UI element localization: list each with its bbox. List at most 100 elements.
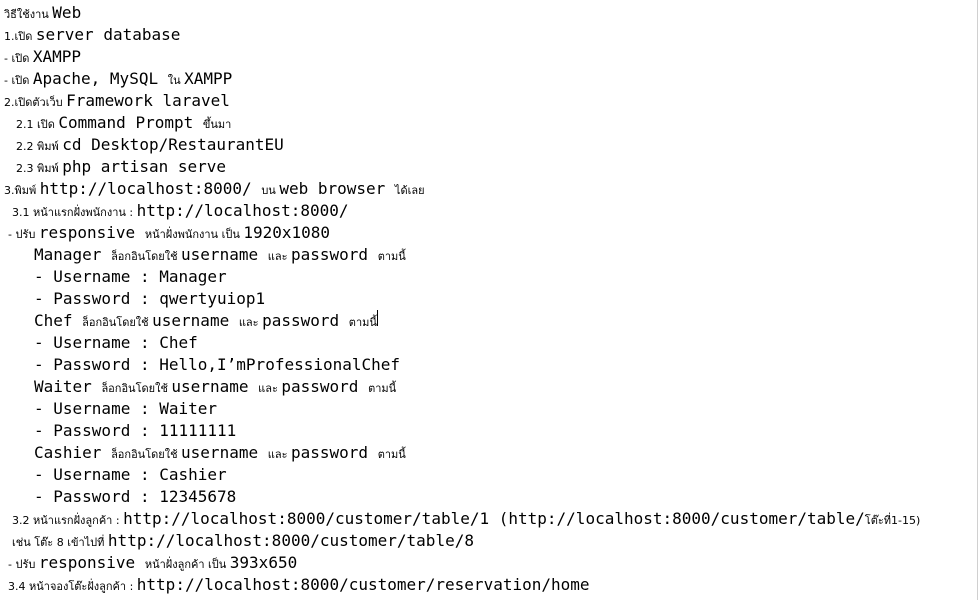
thai-text: 2.3 พิมพ์ <box>16 162 63 175</box>
thai-text: ขึ้นมา <box>202 118 232 131</box>
code-text: password <box>281 377 369 396</box>
thai-text: ล็อกอินโดยใช้ <box>82 316 153 329</box>
text-line: - Username : Waiter <box>34 398 217 420</box>
code-text: 393x650 <box>229 553 298 572</box>
text-line: - Password : 11111111 <box>34 420 236 442</box>
code-text: Command Prompt <box>58 113 203 132</box>
code-text: Framework laravel <box>66 91 230 110</box>
thai-text: 3.1 หน้าแรกฝั่งพนักงาน : <box>12 206 137 219</box>
code-text: - Password : 12345678 <box>34 487 237 506</box>
code-text: Manager <box>34 245 112 264</box>
thai-text: ล็อกอินโดยใช้ <box>101 382 172 395</box>
thai-text: 3.พิมพ์ <box>4 184 40 197</box>
thai-text: 2.2 พิมพ์ <box>16 140 63 153</box>
code-text: cd Desktop/RestaurantEU <box>62 135 284 154</box>
code-text: web browser <box>279 179 395 198</box>
text-line: 2.3 พิมพ์ php artisan serve <box>16 156 226 178</box>
text-line: 2.เปิดตัวเว็บ Framework laravel <box>4 90 230 112</box>
text-line: 3.4 หน้าจองโต๊ะฝั่งลูกค้า : http://local… <box>8 574 590 596</box>
thai-text: และ <box>267 448 291 461</box>
code-text: XAMPP <box>32 47 82 66</box>
code-text: http://localhost:8000/customer/table/1 (… <box>123 509 865 528</box>
text-line: เช่น โต๊ะ 8 เข้าไปที่ http://localhost:8… <box>12 530 474 552</box>
text-line: Manager ล็อกอินโดยใช้ username และ passw… <box>34 244 406 266</box>
thai-text: โต๊ะที่1-15) <box>864 514 921 527</box>
thai-text: 3.2 หน้าแรกฝั่งลูกค้า : <box>12 514 124 527</box>
thai-text: ตามนี้ <box>348 316 377 329</box>
thai-text: - ปรับ <box>8 228 39 241</box>
text-line: 3.พิมพ์ http://localhost:8000/ บน web br… <box>4 178 425 200</box>
text-line: - Username : Manager <box>34 266 227 288</box>
code-text: password <box>290 443 378 462</box>
thai-text: และ <box>258 382 282 395</box>
text-line: 2.1 เปิด Command Prompt ขึ้นมา <box>16 112 231 134</box>
code-text: responsive <box>38 553 145 572</box>
text-line: - ปรับ responsive หน้าฝั่งลูกค้า เป็น 39… <box>8 552 297 574</box>
thai-text: 2.1 เปิด <box>16 118 59 131</box>
code-text: server database <box>35 25 181 44</box>
thai-text: 3.4 หน้าจองโต๊ะฝั่งลูกค้า : <box>8 580 137 593</box>
code-text: Waiter <box>34 377 102 396</box>
text-line: 3.1 หน้าแรกฝั่งพนักงาน : http://localhos… <box>12 200 349 222</box>
code-text: password <box>290 245 378 264</box>
thai-text: ตามนี้ <box>377 448 406 461</box>
code-text: responsive <box>38 223 145 242</box>
thai-text: 2.เปิดตัวเว็บ <box>4 96 67 109</box>
code-text: - Password : qwertyuiop1 <box>34 289 266 308</box>
code-text: username <box>181 245 268 264</box>
code-text: http://localhost:8000/ <box>39 179 262 198</box>
text-line: - Password : 12345678 <box>34 486 236 508</box>
code-text: 1920x1080 <box>243 223 331 242</box>
text-line: Waiter ล็อกอินโดยใช้ username และ passwo… <box>34 376 396 398</box>
thai-text: ล็อกอินโดยใช้ <box>111 250 182 263</box>
text-document[interactable]: วิธีใช้งาน Web 1.เปิด server database - เป… <box>0 0 978 600</box>
thai-text: วิธีใช้งาน <box>4 8 53 21</box>
code-text: username <box>181 443 268 462</box>
thai-text: ได้เลย <box>394 184 425 197</box>
thai-text: - เปิด <box>4 52 33 65</box>
thai-text: 1.เปิด <box>4 30 36 43</box>
code-text: Chef <box>34 311 83 330</box>
code-text: - Username : Waiter <box>34 399 218 418</box>
thai-text: บน <box>261 184 280 197</box>
code-text: username <box>152 311 239 330</box>
code-text: http://localhost:8000/customer/reservati… <box>136 575 590 594</box>
thai-text: - เปิด <box>4 74 33 87</box>
text-line: - Password : Hello,I’mProfessionalChef <box>34 354 400 376</box>
text-line: 3.2 หน้าแรกฝั่งลูกค้า : http://localhost… <box>12 508 920 530</box>
code-text: Apache, MySQL <box>32 69 168 88</box>
text-cursor <box>376 310 378 326</box>
code-text: Cashier <box>34 443 112 462</box>
code-text: - Password : Hello,I’mProfessionalChef <box>34 355 401 374</box>
thai-text: ตามนี้ <box>377 250 406 263</box>
text-line: - ปรับ responsive หน้าฝั่งพนักงาน เป็น 1… <box>8 222 330 244</box>
code-text: http://localhost:8000/ <box>136 201 349 220</box>
thai-text: และ <box>267 250 291 263</box>
code-text: - Username : Chef <box>34 333 198 352</box>
code-text: username <box>171 377 259 396</box>
text-line: 1.เปิด server database <box>4 24 180 46</box>
text-line: - เปิด XAMPP <box>4 46 81 68</box>
text-line: Cashier ล็อกอินโดยใช้ username และ passw… <box>34 442 406 464</box>
text-line: 2.2 พิมพ์ cd Desktop/RestaurantEU <box>16 134 284 156</box>
text-line: - Username : Cashier <box>34 464 227 486</box>
code-text: Web <box>52 3 82 22</box>
thai-text: ใน <box>167 74 185 87</box>
code-text: XAMPP <box>184 69 233 88</box>
thai-text: หน้าฝั่งลูกค้า เป็น <box>144 558 230 571</box>
thai-text: และ <box>238 316 263 329</box>
code-text: password <box>262 311 349 330</box>
thai-text: - ปรับ <box>8 558 39 571</box>
thai-text: เช่น โต๊ะ 8 เข้าไปที่ <box>12 536 108 549</box>
text-line: - Username : Chef <box>34 332 198 354</box>
code-text: http://localhost:8000/customer/table/8 <box>107 531 474 550</box>
thai-text: ตามนี้ <box>368 382 397 395</box>
code-text: php artisan serve <box>62 157 227 176</box>
text-line: - Password : qwertyuiop1 <box>34 288 265 310</box>
thai-text: หน้าฝั่งพนักงาน เป็น <box>144 228 244 241</box>
text-line: - เปิด Apache, MySQL ใน XAMPP <box>4 68 232 90</box>
thai-text: ล็อกอินโดยใช้ <box>111 448 182 461</box>
text-line: วิธีใช้งาน Web <box>4 2 81 24</box>
text-line: Chef ล็อกอินโดยใช้ username และ password… <box>34 310 378 332</box>
code-text: - Password : 11111111 <box>34 421 237 440</box>
